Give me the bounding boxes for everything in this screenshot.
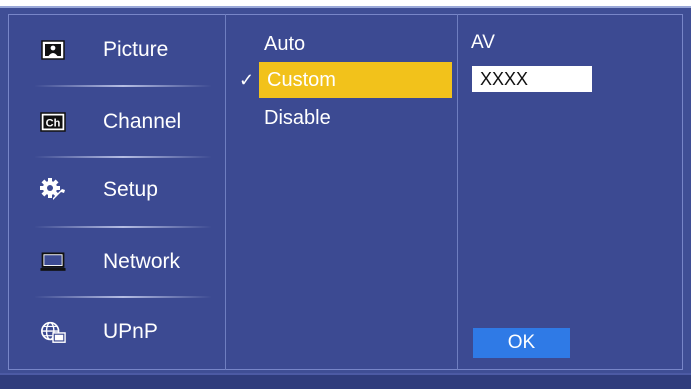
av-input[interactable] xyxy=(472,66,592,92)
av-label: AV xyxy=(471,32,495,53)
sidebar-separator xyxy=(34,226,212,228)
checkmark-icon: ✓ xyxy=(239,70,255,90)
picture-icon xyxy=(40,39,66,61)
sidebar-item-label: Channel xyxy=(103,110,182,133)
globe-network-icon xyxy=(40,321,66,343)
option-custom[interactable]: Custom xyxy=(267,69,336,92)
gear-wrench-icon xyxy=(40,178,66,201)
sidebar-item-channel[interactable]: Ch Channel xyxy=(40,107,181,137)
bottom-bar xyxy=(0,373,691,389)
laptop-icon xyxy=(40,251,66,273)
column-divider-left xyxy=(225,14,226,370)
sidebar-separator xyxy=(34,156,212,158)
option-auto[interactable]: Auto xyxy=(264,33,305,56)
top-bar xyxy=(0,0,691,8)
column-divider-right xyxy=(457,14,458,370)
sidebar-item-upnp[interactable]: UPnP xyxy=(40,317,158,347)
channel-icon: Ch xyxy=(40,111,66,133)
sidebar-separator xyxy=(34,296,212,298)
sidebar-item-label: Picture xyxy=(103,38,169,61)
ok-button[interactable]: OK xyxy=(473,328,570,358)
sidebar-item-network[interactable]: Network xyxy=(40,247,180,277)
sidebar-item-label: Network xyxy=(103,250,181,273)
option-disable[interactable]: Disable xyxy=(264,107,331,130)
channel-icon-text: Ch xyxy=(46,118,61,130)
sidebar-item-label: UPnP xyxy=(103,320,158,343)
sidebar-item-picture[interactable]: Picture xyxy=(40,35,168,65)
sidebar-item-setup[interactable]: Setup xyxy=(40,175,158,205)
sidebar-separator xyxy=(34,85,212,87)
sidebar-item-label: Setup xyxy=(103,178,158,201)
